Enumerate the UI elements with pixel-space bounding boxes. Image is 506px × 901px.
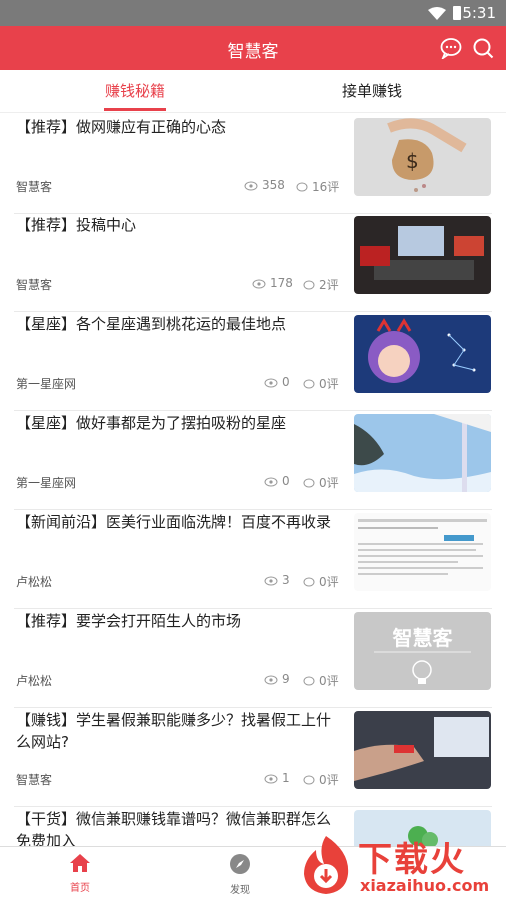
list-item[interactable]: 【推荐】要学会打开陌生人的市场 卢松松 9 0评 智慧客 [0, 610, 506, 708]
watermark-url: xiazaihuo.com [360, 876, 490, 895]
article-thumbnail: $ [354, 118, 491, 196]
eye-icon [264, 576, 278, 585]
list-item[interactable]: 【星座】各个星座遇到桃花运的最佳地点 第一星座网 0 0评 [0, 313, 506, 411]
article-title: 【推荐】做网赚应有正确的心态 [16, 118, 227, 136]
list-item[interactable]: 【新闻前沿】医美行业面临洗牌！百度不再收录 卢松松 3 0评 [0, 511, 506, 609]
article-author: 第一星座网 [16, 377, 77, 391]
article-thumbnail: 智慧客 [354, 612, 491, 690]
comment-icon [303, 379, 315, 389]
view-count: 0 [264, 375, 290, 389]
view-count: 0 [264, 474, 290, 488]
view-count: 1 [264, 771, 290, 785]
list-item[interactable]: 【推荐】投稿中心 智慧客 178 2评 [0, 214, 506, 312]
nav-home[interactable]: 首页 [40, 853, 120, 894]
app-title: 智慧客 [227, 42, 279, 62]
article-thumbnail [354, 315, 491, 393]
divider [14, 509, 492, 510]
comment-icon [303, 676, 315, 686]
view-count: 9 [264, 672, 290, 686]
comment-count: 0评 [303, 375, 339, 392]
list-item[interactable]: 【推荐】做网赚应有正确的心态 智慧客 358 16评 $ [0, 116, 506, 214]
article-title: 【新闻前沿】医美行业面临洗牌！百度不再收录 [16, 513, 332, 531]
home-icon [70, 854, 90, 872]
nav-discover[interactable]: 发现 [200, 853, 280, 896]
nav-home-label: 首页 [70, 883, 90, 894]
tab-bar: 赚钱秘籍 接单赚钱 [0, 70, 506, 113]
article-thumbnail [354, 513, 491, 591]
view-count: 178 [252, 276, 293, 290]
article-thumbnail [354, 216, 491, 294]
article-title: 【赚钱】学生暑假兼职能赚多少？找暑假工上什么网站? [16, 711, 332, 751]
comment-icon [296, 182, 308, 192]
comment-count: 0评 [303, 672, 339, 689]
tab-money-tips[interactable]: 赚钱秘籍 [75, 80, 195, 101]
article-author: 第一星座网 [16, 476, 77, 490]
battery-icon [452, 5, 462, 25]
wifi-icon [428, 6, 446, 25]
article-thumbnail [354, 711, 491, 789]
watermark-logo: 下载火 xiazaihuo.com [296, 830, 506, 900]
eye-icon [264, 477, 278, 486]
article-title: 【星座】做好事都是为了摆拍吸粉的星座 [16, 414, 287, 432]
compass-icon [230, 854, 250, 874]
search-icon[interactable] [472, 37, 494, 63]
article-title: 【星座】各个星座遇到桃花运的最佳地点 [16, 315, 287, 333]
article-author: 智慧客 [16, 278, 53, 292]
tab-indicator [104, 108, 166, 111]
comment-count: 0评 [303, 573, 339, 590]
comment-icon [303, 280, 315, 290]
view-count: 3 [264, 573, 290, 587]
article-title: 【干货】微信兼职赚钱靠谱吗？微信兼职群怎么免费加入 [16, 810, 332, 848]
list-item[interactable]: 【星座】做好事都是为了摆拍吸粉的星座 第一星座网 0 0评 [0, 412, 506, 510]
eye-icon [264, 675, 278, 684]
article-author: 智慧客 [16, 180, 53, 194]
article-author: 智慧客 [16, 773, 53, 787]
eye-icon [264, 774, 278, 783]
article-title: 【推荐】要学会打开陌生人的市场 [16, 612, 242, 630]
divider [14, 608, 492, 609]
watermark-text: 下载火 [358, 840, 466, 880]
message-icon[interactable] [440, 37, 462, 63]
article-author: 卢松松 [16, 575, 53, 589]
divider [14, 806, 492, 807]
divider [14, 410, 492, 411]
comment-count: 0评 [303, 771, 339, 788]
eye-icon [264, 378, 278, 387]
status-bar: 5:31 [0, 0, 506, 26]
eye-icon [244, 181, 258, 190]
status-time: 5:31 [462, 4, 496, 22]
comment-icon [303, 775, 315, 785]
view-count: 358 [244, 178, 285, 192]
tab-take-orders[interactable]: 接单赚钱 [312, 80, 432, 101]
divider [14, 311, 492, 312]
eye-icon [252, 279, 266, 288]
article-title: 【推荐】投稿中心 [16, 216, 137, 234]
divider [14, 707, 492, 708]
article-thumbnail [354, 414, 491, 492]
comment-icon [303, 478, 315, 488]
nav-discover-label: 发现 [230, 885, 250, 896]
app-header: 智慧客 [0, 26, 506, 70]
comment-count: 0评 [303, 474, 339, 491]
article-author: 卢松松 [16, 674, 53, 688]
comment-icon [303, 577, 315, 587]
comment-count: 2评 [303, 276, 339, 293]
svg-text:$: $ [406, 149, 419, 173]
comment-count: 16评 [296, 178, 339, 195]
list-item[interactable]: 【赚钱】学生暑假兼职能赚多少？找暑假工上什么网站? 智慧客 1 0评 [0, 709, 506, 807]
